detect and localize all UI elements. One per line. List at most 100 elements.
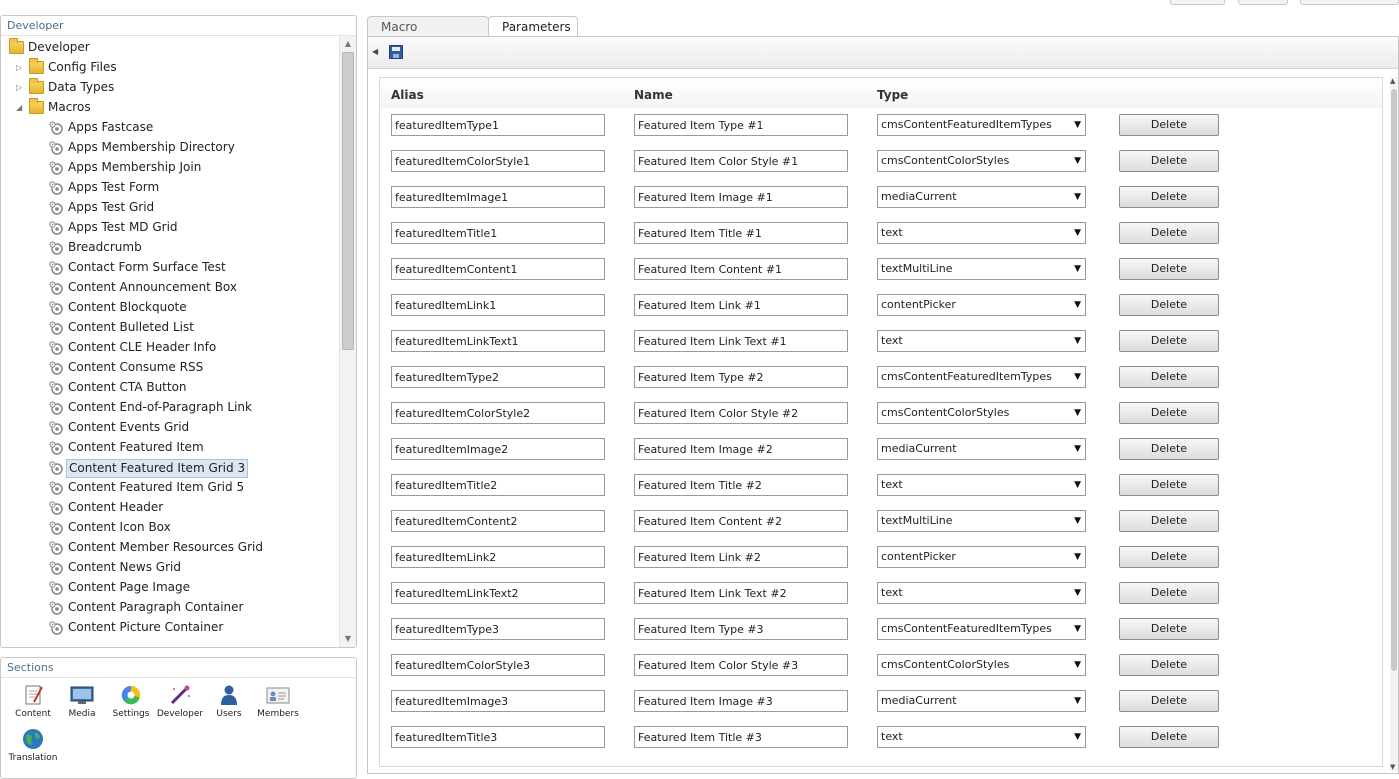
delete-button[interactable]: Delete: [1119, 402, 1219, 424]
scroll-up-arrow-icon[interactable]: ▲: [340, 36, 356, 52]
alias-input[interactable]: [391, 258, 605, 280]
type-select[interactable]: cmsContentColorStyles ▼: [877, 402, 1086, 424]
expand-arrow-icon[interactable]: ▷: [16, 78, 22, 98]
delete-button[interactable]: Delete: [1119, 726, 1219, 748]
tree-item-macro[interactable]: Apps Membership Directory: [1, 138, 339, 158]
tree-item-macro[interactable]: Content Header: [1, 498, 339, 518]
type-select[interactable]: mediaCurrent ▼: [877, 186, 1086, 208]
tree-item-folder[interactable]: ◢ Macros: [1, 98, 339, 118]
alias-input[interactable]: [391, 186, 605, 208]
type-select[interactable]: cmsContentColorStyles ▼: [877, 150, 1086, 172]
alias-input[interactable]: [391, 546, 605, 568]
delete-button[interactable]: Delete: [1119, 654, 1219, 676]
tree-item-macro[interactable]: Apps Fastcase: [1, 118, 339, 138]
delete-button[interactable]: Delete: [1119, 618, 1219, 640]
delete-button[interactable]: Delete: [1119, 294, 1219, 316]
name-input[interactable]: [634, 690, 848, 712]
tab-parameters[interactable]: Parameters: [488, 16, 578, 38]
type-select[interactable]: contentPicker ▼: [877, 546, 1086, 568]
alias-input[interactable]: [391, 438, 605, 460]
type-select[interactable]: contentPicker ▼: [877, 294, 1086, 316]
delete-button[interactable]: Delete: [1119, 150, 1219, 172]
name-input[interactable]: [634, 546, 848, 568]
alias-input[interactable]: [391, 618, 605, 640]
name-input[interactable]: [634, 150, 848, 172]
tree-item-macro[interactable]: Content End-of-Paragraph Link: [1, 398, 339, 418]
alias-input[interactable]: [391, 150, 605, 172]
save-icon[interactable]: [389, 45, 403, 59]
name-input[interactable]: [634, 510, 848, 532]
collapse-arrow-icon[interactable]: ◀: [372, 47, 378, 56]
delete-button[interactable]: Delete: [1119, 186, 1219, 208]
section-translation[interactable]: Translation: [8, 728, 58, 763]
alias-input[interactable]: [391, 330, 605, 352]
tree-item-macro[interactable]: Content Bulleted List: [1, 318, 339, 338]
collapse-arrow-icon[interactable]: ◢: [16, 98, 22, 118]
name-input[interactable]: [634, 654, 848, 676]
tree-scrollbar-thumb[interactable]: [342, 52, 354, 350]
tree-item-macro[interactable]: Apps Membership Join: [1, 158, 339, 178]
tree-item-folder[interactable]: ▷ Data Types: [1, 78, 339, 98]
type-select[interactable]: mediaCurrent ▼: [877, 438, 1086, 460]
tree-item-macro[interactable]: Apps Test Grid: [1, 198, 339, 218]
delete-button[interactable]: Delete: [1119, 474, 1219, 496]
tree-item-macro[interactable]: Apps Test MD Grid: [1, 218, 339, 238]
section-settings[interactable]: Settings: [106, 684, 156, 719]
alias-input[interactable]: [391, 366, 605, 388]
name-input[interactable]: [634, 186, 848, 208]
header-button-3[interactable]: [1300, 0, 1399, 5]
type-select[interactable]: text ▼: [877, 474, 1086, 496]
name-input[interactable]: [634, 438, 848, 460]
tree-item-macro[interactable]: Contact Form Surface Test: [1, 258, 339, 278]
delete-button[interactable]: Delete: [1119, 222, 1219, 244]
section-media[interactable]: Media: [57, 684, 107, 719]
tree-item-macro[interactable]: Content Events Grid: [1, 418, 339, 438]
tree-item-macro[interactable]: Content Featured Item Grid 3: [1, 458, 339, 478]
type-select[interactable]: text ▼: [877, 582, 1086, 604]
alias-input[interactable]: [391, 654, 605, 676]
type-select[interactable]: cmsContentFeaturedItemTypes ▼: [877, 114, 1086, 136]
type-select[interactable]: mediaCurrent ▼: [877, 690, 1086, 712]
type-select[interactable]: textMultiLine ▼: [877, 510, 1086, 532]
alias-input[interactable]: [391, 402, 605, 424]
name-input[interactable]: [634, 222, 848, 244]
delete-button[interactable]: Delete: [1119, 582, 1219, 604]
delete-button[interactable]: Delete: [1119, 438, 1219, 460]
alias-input[interactable]: [391, 582, 605, 604]
alias-input[interactable]: [391, 510, 605, 532]
type-select[interactable]: cmsContentFeaturedItemTypes ▼: [877, 618, 1086, 640]
tree-item-macro[interactable]: Content Picture Container: [1, 618, 339, 638]
tree-item-macro[interactable]: Content Member Resources Grid: [1, 538, 339, 558]
delete-button[interactable]: Delete: [1119, 690, 1219, 712]
name-input[interactable]: [634, 474, 848, 496]
tree-item-folder[interactable]: ▷ Config Files: [1, 58, 339, 78]
name-input[interactable]: [634, 330, 848, 352]
tree-item-macro[interactable]: Content Blockquote: [1, 298, 339, 318]
type-select[interactable]: text ▼: [877, 726, 1086, 748]
alias-input[interactable]: [391, 222, 605, 244]
alias-input[interactable]: [391, 114, 605, 136]
section-members[interactable]: Members: [253, 684, 303, 719]
name-input[interactable]: [634, 582, 848, 604]
tree-item-developer[interactable]: Developer: [1, 38, 339, 58]
type-select[interactable]: textMultiLine ▼: [877, 258, 1086, 280]
name-input[interactable]: [634, 294, 848, 316]
delete-button[interactable]: Delete: [1119, 366, 1219, 388]
name-input[interactable]: [634, 366, 848, 388]
tree-item-macro[interactable]: Content CTA Button: [1, 378, 339, 398]
tab-macro-properties[interactable]: Macro Properties: [367, 16, 489, 54]
tree-item-macro[interactable]: Content Icon Box: [1, 518, 339, 538]
delete-button[interactable]: Delete: [1119, 114, 1219, 136]
name-input[interactable]: [634, 114, 848, 136]
alias-input[interactable]: [391, 690, 605, 712]
delete-button[interactable]: Delete: [1119, 510, 1219, 532]
tree-item-macro[interactable]: Content Featured Item: [1, 438, 339, 458]
main-scrollbar-thumb[interactable]: [1391, 89, 1397, 671]
section-users[interactable]: Users: [204, 684, 254, 719]
delete-button[interactable]: Delete: [1119, 258, 1219, 280]
expand-arrow-icon[interactable]: ▷: [16, 58, 22, 78]
tree-item-macro[interactable]: Apps Test Form: [1, 178, 339, 198]
main-scrollbar[interactable]: ▲ ▼: [1390, 77, 1398, 771]
alias-input[interactable]: [391, 294, 605, 316]
tree-item-macro[interactable]: Content Page Image: [1, 578, 339, 598]
